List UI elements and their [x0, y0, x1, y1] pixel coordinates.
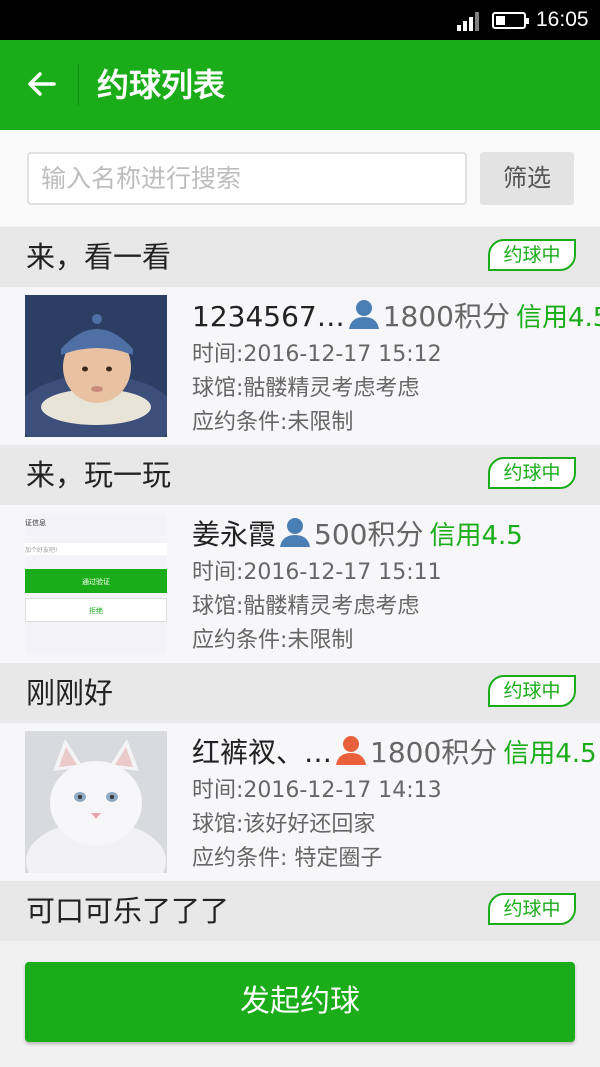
match-time: 时间:2016-12-17 15:11 — [192, 560, 442, 585]
search-input[interactable]: 输入名称进行搜索 — [27, 152, 467, 205]
list-group-header[interactable]: 可口可乐了了了 约球中 — [0, 881, 600, 941]
thumb-reject: 拒绝 — [89, 606, 103, 615]
person-male-icon — [348, 300, 379, 329]
match-venue: 球馆:骷髅精灵考虑考虑 — [192, 376, 420, 401]
status-badge: 约球中 — [488, 893, 576, 925]
group-title: 来，看一看 — [26, 240, 172, 274]
baby-photo-thumbnail — [25, 295, 167, 437]
user-nickname: 姜永霞 — [192, 518, 277, 551]
thumb-hint: 加个好友吧! — [25, 546, 57, 554]
thumb-title: 证信息 — [25, 518, 46, 527]
person-female-icon — [336, 736, 367, 765]
user-credit: 信用4.5 — [429, 521, 523, 551]
match-time: 时间:2016-12-17 15:12 — [192, 342, 442, 367]
status-bar: 16:05 — [0, 0, 600, 40]
user-credit: 信用4.5 — [515, 303, 600, 333]
user-points: 1800积分 — [382, 300, 510, 333]
list-group-header[interactable]: 来，玩一玩 约球中 — [0, 445, 600, 505]
status-badge: 约球中 — [488, 675, 576, 707]
group-title: 刚刚好 — [26, 676, 114, 710]
list-group-header[interactable]: 刚刚好 约球中 — [0, 663, 600, 723]
list-item[interactable]: 证信息 加个好友吧! 通过验证 拒绝 姜永霞 500积分 信用4.5 时间:2016… — [0, 505, 600, 663]
user-credit: 信用4.5 — [503, 739, 597, 769]
status-badge: 约球中 — [488, 239, 576, 271]
status-badge: 约球中 — [488, 457, 576, 489]
match-time: 时间:2016-12-17 14:13 — [192, 778, 442, 803]
page-title: 约球列表 — [97, 66, 226, 104]
screenshot-thumbnail: 证信息 加个好友吧! 通过验证 拒绝 — [25, 513, 167, 655]
app-header: 约球列表 — [0, 40, 600, 130]
list-group-header[interactable]: 来，看一看 约球中 — [0, 227, 600, 287]
user-points: 1800积分 — [370, 736, 498, 769]
back-arrow-icon[interactable] — [22, 64, 62, 104]
search-bar: 输入名称进行搜索 筛选 — [0, 130, 600, 226]
match-list: 来，看一看 约球中 1234567… 1800积分 信用4.5 时间:2016-12… — [0, 227, 600, 941]
user-points: 500积分 — [314, 518, 424, 551]
person-male-icon — [280, 518, 311, 547]
user-nickname: 1234567… — [192, 300, 345, 333]
header-divider — [78, 64, 79, 106]
clock: 16:05 — [536, 8, 589, 31]
match-condition: 应约条件:未限制 — [192, 410, 354, 435]
thumb-accept: 通过验证 — [82, 577, 110, 586]
match-condition: 应约条件: 特定圈子 — [192, 846, 383, 871]
match-venue: 球馆:该好好还回家 — [192, 812, 376, 837]
battery-icon — [492, 12, 529, 29]
match-venue: 球馆:骷髅精灵考虑考虑 — [192, 594, 420, 619]
group-title: 可口可乐了了了 — [26, 894, 230, 928]
cat-photo-thumbnail — [25, 731, 167, 873]
user-nickname: 红裤衩、… — [192, 736, 333, 769]
list-item[interactable]: 1234567… 1800积分 信用4.5 时间:2016-12-17 15:12 … — [0, 287, 600, 445]
signal-icon — [457, 11, 481, 31]
group-title: 来，玩一玩 — [26, 458, 172, 492]
match-condition: 应约条件:未限制 — [192, 628, 354, 653]
list-item[interactable]: 红裤衩、… 1800积分 信用4.5 时间:2016-12-17 14:13 球馆:… — [0, 723, 600, 881]
launch-match-button[interactable]: 发起约球 — [25, 962, 575, 1042]
filter-button[interactable]: 筛选 — [480, 152, 574, 205]
